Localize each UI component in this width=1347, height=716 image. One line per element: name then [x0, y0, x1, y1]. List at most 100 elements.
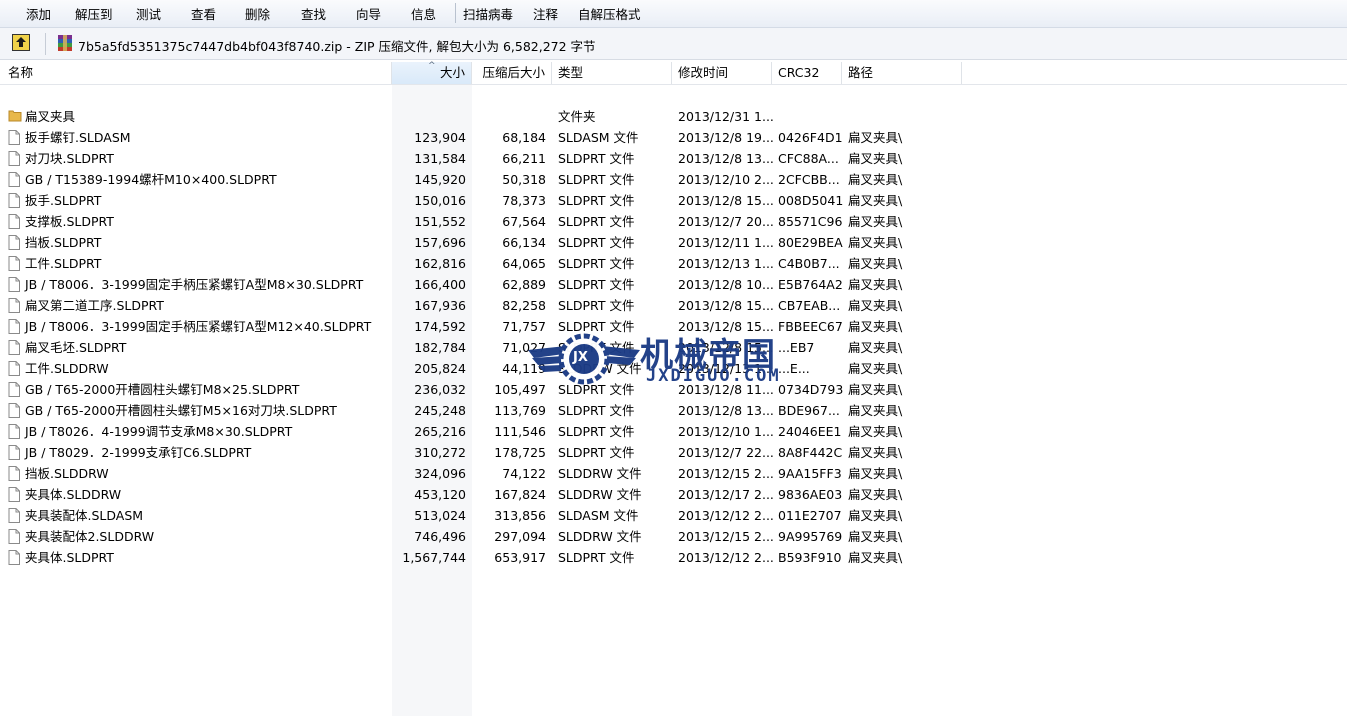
table-row[interactable]: 扳手螺钉.SLDASM 123,904 68,184 SLDASM 文件 2013/12… [0, 127, 960, 148]
file-icon [8, 340, 20, 355]
view-button[interactable]: 查看 [191, 4, 216, 23]
file-name: 夹具体.SLDPRT [25, 550, 114, 565]
file-crc: 85571C96 [778, 214, 843, 229]
file-path: 扁叉夹具\ [848, 151, 903, 166]
wizard-button[interactable]: 向导 [356, 4, 381, 23]
file-crc: 8A8F442C [778, 445, 843, 460]
file-packed-size: 111,546 [494, 424, 546, 439]
file-packed-size: 62,889 [502, 277, 546, 292]
column-size-label: 大小 [439, 65, 465, 80]
file-packed-size: 64,065 [502, 256, 546, 271]
file-icon [8, 508, 20, 523]
add-button[interactable]: 添加 [26, 4, 51, 23]
watermark-logo: JX 机械帝国 JXDIGUO.COM [528, 328, 828, 390]
file-name: JB / T8029．2-1999支承钉C6.SLDPRT [25, 445, 252, 460]
table-row[interactable]: 扳手.SLDPRT 150,016 78,373 SLDPRT 文件 2013/12/8… [0, 190, 960, 211]
column-type[interactable]: 类型 [552, 62, 672, 84]
info-button[interactable]: 信息 [411, 4, 436, 23]
virus-scan-button[interactable]: 扫描病毒 [463, 4, 513, 23]
file-path: 扁叉夹具\ [848, 193, 903, 208]
file-path: 扁叉夹具\ [848, 550, 903, 565]
comment-button[interactable]: 注释 [533, 4, 558, 23]
table-row[interactable]: JB / T8026．4-1999调节支承M8×30.SLDPRT 265,216… [0, 421, 960, 442]
file-name: JB / T8006．3-1999固定手柄压紧螺钉A型M12×40.SLDPRT [25, 319, 372, 334]
file-path: 扁叉夹具\ [848, 466, 903, 481]
find-button[interactable]: 查找 [301, 4, 326, 23]
file-type: SLDASM 文件 [558, 508, 639, 523]
column-packed[interactable]: 压缩后大小 [472, 62, 552, 84]
file-packed-size: 653,917 [494, 550, 546, 565]
file-modified: 2013/12/13 1... [678, 256, 774, 271]
file-packed-size: 167,824 [494, 487, 546, 502]
file-modified: 2013/12/8 13... [678, 403, 774, 418]
column-type-label: 类型 [558, 65, 584, 80]
file-type: SLDPRT 文件 [558, 424, 635, 439]
file-crc: 80E29BEA [778, 235, 843, 250]
file-packed-size: 66,134 [502, 235, 546, 250]
file-type: SLDPRT 文件 [558, 550, 635, 565]
file-packed-size: 178,725 [494, 445, 546, 460]
column-modified-label: 修改时间 [678, 65, 729, 80]
archive-path-text: 7b5a5fd5351375c7447db4bf043f8740.zip - Z… [78, 39, 596, 54]
table-row[interactable]: 挡板.SLDDRW 324,096 74,122 SLDDRW 文件 2013/12/1… [0, 463, 960, 484]
column-path-label: 路径 [848, 65, 874, 80]
column-path[interactable]: 路径 [842, 62, 962, 84]
file-modified: 2013/12/15 2... [678, 466, 774, 481]
file-packed-size: 313,856 [494, 508, 546, 523]
table-row[interactable]: 对刀块.SLDPRT 131,584 66,211 SLDPRT 文件 2013/12/… [0, 148, 960, 169]
table-row[interactable]: 支撑板.SLDPRT 151,552 67,564 SLDPRT 文件 2013/12/… [0, 211, 960, 232]
delete-button[interactable]: 删除 [245, 4, 270, 23]
table-row[interactable]: 夹具体.SLDDRW 453,120 167,824 SLDDRW 文件 2013/12… [0, 484, 960, 505]
sfx-button[interactable]: 自解压格式 [578, 4, 641, 23]
table-row[interactable]: JB / T8029．2-1999支承钉C6.SLDPRT 310,272 178,… [0, 442, 960, 463]
file-packed-size: 82,258 [502, 298, 546, 313]
table-row[interactable]: JB / T8006．3-1999固定手柄压紧螺钉A型M8×30.SLDPRT 1… [0, 274, 960, 295]
table-row[interactable]: 挡板.SLDPRT 157,696 66,134 SLDPRT 文件 2013/12/1… [0, 232, 960, 253]
file-type: SLDASM 文件 [558, 130, 639, 145]
file-type: SLDPRT 文件 [558, 277, 635, 292]
file-size: 166,400 [414, 277, 466, 292]
file-size: 205,824 [414, 361, 466, 376]
file-type: SLDPRT 文件 [558, 403, 635, 418]
file-packed-size: 113,769 [494, 403, 546, 418]
file-icon [8, 529, 20, 544]
column-name[interactable]: 名称 [0, 62, 392, 84]
file-packed-size: 68,184 [502, 130, 546, 145]
file-modified: 2013/12/12 2... [678, 508, 774, 523]
extract-to-button[interactable]: 解压到 [75, 4, 113, 23]
file-crc: B593F910 [778, 550, 842, 565]
column-crc[interactable]: CRC32 [772, 62, 842, 84]
file-crc: 9AA15FF3 [778, 466, 842, 481]
table-row[interactable]: 夹具体.SLDPRT 1,567,744 653,917 SLDPRT 文件 2013/… [0, 547, 960, 568]
up-folder-button[interactable] [12, 34, 30, 51]
file-size: 174,592 [414, 319, 466, 334]
test-button[interactable]: 测试 [136, 4, 161, 23]
file-type: SLDDRW 文件 [558, 466, 642, 481]
table-row[interactable]: GB / T15389-1994螺杆M10×400.SLDPRT 145,920 5… [0, 169, 960, 190]
file-type: SLDPRT 文件 [558, 445, 635, 460]
file-name: 扁叉第二道工序.SLDPRT [25, 298, 164, 313]
file-packed-size: 50,318 [502, 172, 546, 187]
file-icon [8, 214, 20, 229]
file-crc: 2CFCBB... [778, 172, 840, 187]
address-bar: 7b5a5fd5351375c7447db4bf043f8740.zip - Z… [0, 28, 1347, 60]
file-icon [8, 298, 20, 313]
file-path: 扁叉夹具\ [848, 130, 903, 145]
table-row[interactable]: 夹具装配体2.SLDDRW 746,496 297,094 SLDDRW 文件 2013… [0, 526, 960, 547]
file-icon [8, 151, 20, 166]
file-size: 310,272 [414, 445, 466, 460]
table-row[interactable]: 扁叉夹具 文件夹 2013/12/31 1... [0, 106, 960, 127]
file-packed-size: 297,094 [494, 529, 546, 544]
table-row[interactable]: 扁叉第二道工序.SLDPRT 167,936 82,258 SLDPRT 文件 2013… [0, 295, 960, 316]
file-name: 夹具装配体2.SLDDRW [25, 529, 155, 544]
file-size: 453,120 [414, 487, 466, 502]
column-modified[interactable]: 修改时间 [672, 62, 772, 84]
file-modified: 2013/12/7 22... [678, 445, 774, 460]
file-crc: C4B0B7... [778, 256, 840, 271]
table-row[interactable]: GB / T65-2000开槽圆柱头螺钉M5×16对刀块.SLDPRT 245,2… [0, 400, 960, 421]
table-row[interactable]: 夹具装配体.SLDASM 513,024 313,856 SLDASM 文件 2013/… [0, 505, 960, 526]
column-name-label: 名称 [8, 65, 34, 80]
file-icon [8, 277, 20, 292]
table-row[interactable]: 工件.SLDPRT 162,816 64,065 SLDPRT 文件 2013/12/1… [0, 253, 960, 274]
file-size: 151,552 [414, 214, 466, 229]
